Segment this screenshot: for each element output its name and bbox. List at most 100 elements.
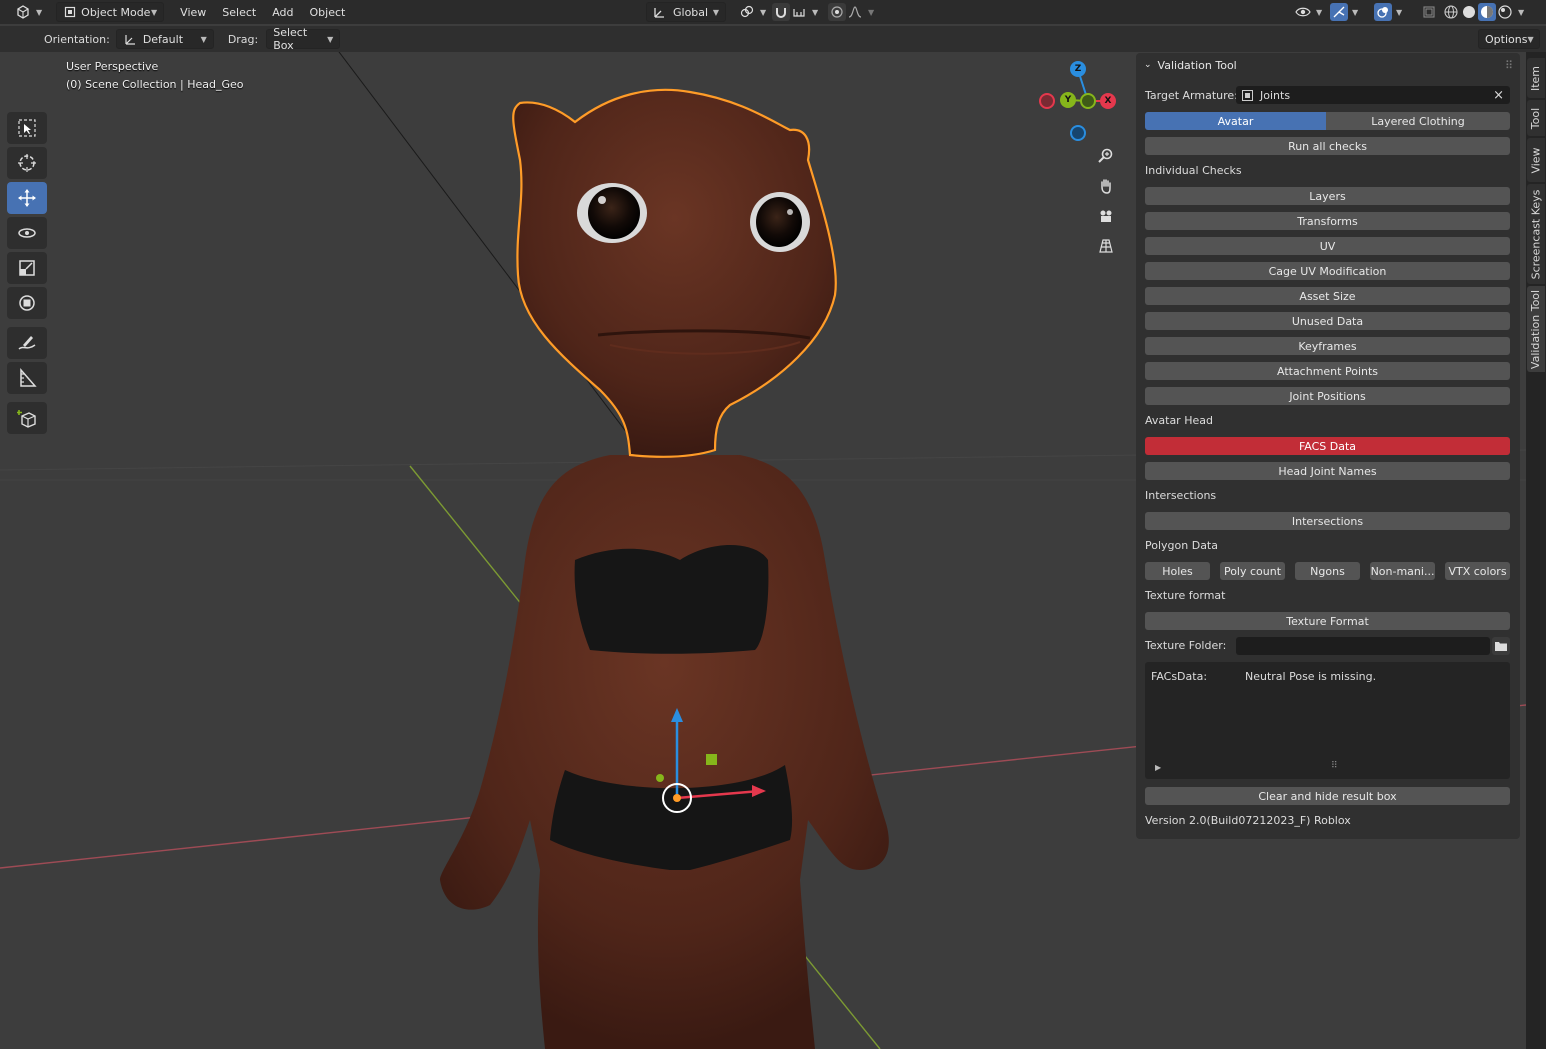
cage-uv-check-button[interactable]: Cage UV Modification xyxy=(1145,262,1510,280)
chevron-down-icon: ▼ xyxy=(200,34,207,44)
orientation-icon xyxy=(653,3,667,21)
transforms-check-button[interactable]: Transforms xyxy=(1145,212,1510,230)
menu-view[interactable]: View xyxy=(174,2,212,22)
tab-view[interactable]: View xyxy=(1527,138,1545,182)
clear-result-box-button[interactable]: Clear and hide result box xyxy=(1145,787,1510,805)
proportional-editing-toggle[interactable]: ▼ xyxy=(822,2,880,22)
expand-triangle-icon[interactable]: ▶ xyxy=(1155,763,1161,772)
navigation-gizmo[interactable]: Z Y X xyxy=(1036,60,1120,144)
add-cube-icon xyxy=(17,410,36,428)
intersections-check-button[interactable]: Intersections xyxy=(1145,512,1510,530)
annotate-tool[interactable] xyxy=(7,327,47,359)
move-tool[interactable] xyxy=(7,182,47,214)
material-shading-icon[interactable] xyxy=(1478,3,1496,21)
menu-add[interactable]: Add xyxy=(266,2,299,22)
facs-data-check-button[interactable]: FACS Data xyxy=(1145,437,1510,455)
menu-object[interactable]: Object xyxy=(304,2,352,22)
holes-check-button[interactable]: Holes xyxy=(1145,562,1210,580)
joint-positions-check-button[interactable]: Joint Positions xyxy=(1145,387,1510,405)
add-cube-tool[interactable] xyxy=(7,402,47,434)
polygon-data-label: Polygon Data xyxy=(1145,539,1218,552)
cursor-tool[interactable] xyxy=(7,147,47,179)
solid-shading-icon[interactable] xyxy=(1460,3,1478,21)
orientation-setting-label: Orientation: xyxy=(44,32,110,46)
gizmo-icon xyxy=(1330,3,1348,21)
tab-tool[interactable]: Tool xyxy=(1527,100,1545,136)
mode-tabs: Avatar Layered Clothing xyxy=(1145,112,1510,130)
tab-validation-tool[interactable]: Validation Tool xyxy=(1527,286,1545,372)
measure-tool[interactable] xyxy=(7,362,47,394)
options-label: Options xyxy=(1485,32,1528,46)
transform-orientation-dropdown[interactable]: Global ▼ xyxy=(646,2,726,22)
texture-folder-input[interactable] xyxy=(1236,637,1490,655)
poly-count-check-button[interactable]: Poly count xyxy=(1220,562,1285,580)
options-dropdown[interactable]: Options ▼ xyxy=(1478,29,1540,49)
gizmo-neg-y-axis[interactable] xyxy=(1080,93,1096,109)
panel-header[interactable]: ⌄ Validation Tool ⠿ xyxy=(1136,53,1520,77)
target-armature-label: Target Armature: xyxy=(1145,89,1238,102)
camera-view-icon[interactable] xyxy=(1095,205,1117,227)
rotate-tool[interactable] xyxy=(7,217,47,249)
vtx-colors-check-button[interactable]: VTX colors xyxy=(1445,562,1510,580)
gizmo-y-axis[interactable]: Y xyxy=(1060,92,1076,108)
ngons-check-button[interactable]: Ngons xyxy=(1295,562,1360,580)
keyframes-check-button[interactable]: Keyframes xyxy=(1145,337,1510,355)
folder-icon xyxy=(1495,642,1507,651)
chevron-down-icon: ▼ xyxy=(1316,7,1323,17)
asset-size-check-button[interactable]: Asset Size xyxy=(1145,287,1510,305)
perspective-grid-icon[interactable] xyxy=(1095,235,1117,257)
result-box: FACsData: Neutral Pose is missing. ▶ ⠿ xyxy=(1145,662,1510,779)
drag-setting-value: Select Box xyxy=(273,26,308,52)
rendered-shading-icon[interactable] xyxy=(1496,3,1514,21)
run-all-checks-button[interactable]: Run all checks xyxy=(1145,137,1510,155)
tab-screencast-keys[interactable]: Screencast Keys xyxy=(1527,184,1545,284)
transform-tool[interactable] xyxy=(7,287,47,319)
wireframe-shading-icon[interactable] xyxy=(1442,3,1460,21)
folder-browse-button[interactable] xyxy=(1492,637,1510,655)
viewport-perspective-label: User Perspective xyxy=(66,60,159,73)
overlays-icon xyxy=(1374,3,1392,21)
tab-tool-label: Tool xyxy=(1529,107,1543,129)
uv-check-button[interactable]: UV xyxy=(1145,237,1510,255)
zoom-icon[interactable] xyxy=(1095,145,1117,167)
drag-setting-dropdown[interactable]: Select Box ▼ xyxy=(266,26,341,52)
overlays-toggle[interactable]: ▼ xyxy=(1368,2,1408,22)
snap-toggle[interactable]: ▼ xyxy=(766,2,824,22)
gizmo-neg-x-axis[interactable] xyxy=(1039,93,1055,109)
pan-hand-icon[interactable] xyxy=(1095,175,1117,197)
resize-handle-icon[interactable]: ⠿ xyxy=(1331,761,1338,771)
attachment-points-check-button[interactable]: Attachment Points xyxy=(1145,362,1510,380)
visibility-button[interactable]: ▼ xyxy=(1288,2,1328,22)
target-armature-field[interactable]: Joints × xyxy=(1236,86,1510,104)
panel-title: Validation Tool xyxy=(1157,58,1237,72)
drag-handle-icon[interactable]: ⠿ xyxy=(1505,59,1513,72)
mode-label: Object Mode xyxy=(81,5,151,19)
xray-icon xyxy=(1420,3,1438,21)
avatar-head-label: Avatar Head xyxy=(1145,414,1213,427)
viewport-header: ▼ Object Mode ▼ View Select Add Object G… xyxy=(0,0,1546,24)
non-manifold-check-button[interactable]: Non-mani... xyxy=(1370,562,1435,580)
scale-tool[interactable] xyxy=(7,252,47,284)
unused-data-check-button[interactable]: Unused Data xyxy=(1145,312,1510,330)
texture-format-check-button[interactable]: Texture Format xyxy=(1145,612,1510,630)
head-joint-names-check-button[interactable]: Head Joint Names xyxy=(1145,462,1510,480)
tab-screencast-keys-label: Screencast Keys xyxy=(1529,189,1543,279)
tab-layered-clothing[interactable]: Layered Clothing xyxy=(1326,112,1510,130)
pivot-icon xyxy=(738,3,756,21)
mode-dropdown[interactable]: Object Mode ▼ xyxy=(56,2,165,22)
gizmo-z-axis[interactable]: Z xyxy=(1070,61,1086,77)
tab-item[interactable]: Item xyxy=(1527,58,1545,98)
gizmo-toggle[interactable]: ▼ xyxy=(1324,2,1364,22)
gizmo-neg-z-axis[interactable] xyxy=(1070,125,1086,141)
editor-type-button[interactable]: ▼ xyxy=(8,2,48,22)
clear-field-icon[interactable]: × xyxy=(1493,88,1504,103)
select-box-tool[interactable] xyxy=(7,112,47,144)
orientation-label: Global xyxy=(673,5,709,19)
orientation-setting-dropdown[interactable]: Default ▼ xyxy=(115,29,214,49)
menu-select[interactable]: Select xyxy=(216,2,262,22)
layers-check-button[interactable]: Layers xyxy=(1145,187,1510,205)
tab-avatar[interactable]: Avatar xyxy=(1145,112,1326,130)
move-icon xyxy=(18,189,36,207)
chevron-down-icon: ▼ xyxy=(151,7,158,17)
gizmo-x-axis[interactable]: X xyxy=(1100,93,1116,109)
